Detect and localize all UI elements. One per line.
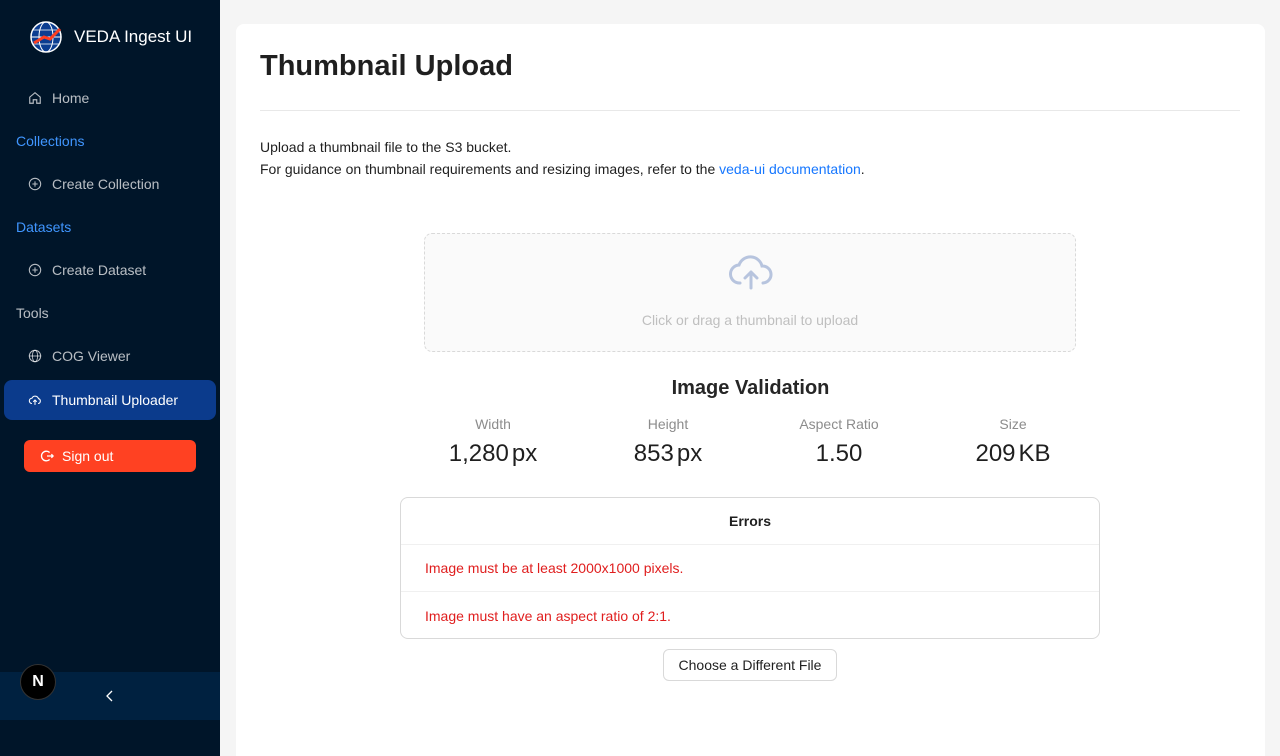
sidebar-item-label: Home <box>52 90 90 106</box>
stat-label: Height <box>647 416 689 432</box>
stat-height: Height 853 px <box>608 416 728 468</box>
stat-value: 209 KB <box>953 440 1073 468</box>
globe-logo-icon <box>30 21 62 53</box>
sidebar-group-collections[interactable]: Collections <box>16 133 84 149</box>
error-item: Image must have an aspect ratio of 2:1. <box>425 607 671 624</box>
intro-line-2: For guidance on thumbnail requirements a… <box>260 158 865 180</box>
stat-unit: px <box>511 440 538 467</box>
stat-size: Size 209 KB <box>953 416 1073 468</box>
stat-label: Width <box>475 416 511 432</box>
dropzone-hint: Click or drag a thumbnail to upload <box>641 312 859 328</box>
error-item: Image must be at least 2000x1000 pixels. <box>401 545 1099 592</box>
cloud-upload-icon <box>28 395 41 405</box>
page-title: Thumbnail Upload <box>260 50 513 82</box>
next-badge[interactable]: N <box>20 664 56 700</box>
errors-header: Errors <box>401 498 1099 545</box>
intro-prefix: For guidance on thumbnail requirements a… <box>260 161 720 177</box>
cloud-upload-icon <box>729 255 773 290</box>
upload-dropzone[interactable]: Click or drag a thumbnail to upload <box>424 233 1076 352</box>
intro-line-1: Upload a thumbnail file to the S3 bucket… <box>260 139 512 155</box>
stat-aspect-ratio: Aspect Ratio 1.50 <box>779 416 899 468</box>
main-card: Thumbnail Upload Upload a thumbnail file… <box>236 24 1265 756</box>
stat-number: 1.50 <box>815 440 863 467</box>
stat-number: 209 <box>975 440 1016 467</box>
stat-width: Width 1,280 px <box>433 416 553 468</box>
home-icon <box>29 92 41 104</box>
sidebar-item-cog-viewer[interactable]: COG Viewer <box>4 336 216 376</box>
stat-label: Size <box>999 416 1027 432</box>
sign-out-label: Sign out <box>62 448 114 464</box>
stat-value: 1.50 <box>779 440 899 468</box>
sidebar: VEDA Ingest UI Home Collections Create C… <box>0 0 220 756</box>
validation-title: Image Validation <box>671 377 830 399</box>
stat-number: 1,280 <box>448 440 509 467</box>
sidebar-item-create-collection[interactable]: Create Collection <box>4 164 216 204</box>
choose-different-file-button[interactable]: Choose a Different File <box>663 649 837 681</box>
divider <box>260 110 1240 111</box>
sidebar-group-datasets[interactable]: Datasets <box>16 219 71 235</box>
sidebar-item-label: COG Viewer <box>52 348 131 364</box>
sidebar-item-home[interactable]: Home <box>4 78 216 118</box>
sidebar-item-label: Thumbnail Uploader <box>52 392 179 408</box>
stat-unit: KB <box>1018 440 1051 467</box>
plus-circle-icon <box>28 263 42 277</box>
sidebar-item-label: Create Dataset <box>52 262 147 278</box>
brand[interactable]: VEDA Ingest UI <box>30 20 192 54</box>
stat-label: Aspect Ratio <box>799 416 879 432</box>
stat-number: 853 <box>633 440 674 467</box>
logout-icon <box>40 450 54 462</box>
sidebar-item-thumbnail-uploader[interactable]: Thumbnail Uploader <box>4 380 216 420</box>
app-title: VEDA Ingest UI <box>74 27 193 46</box>
chevron-left-icon <box>106 690 113 702</box>
errors-list: Errors Image must be at least 2000x1000 … <box>400 497 1100 639</box>
stat-value: 853 px <box>608 440 728 468</box>
docs-link[interactable]: veda-ui documentation <box>719 161 861 177</box>
stat-unit: px <box>676 440 703 467</box>
intro-suffix: . <box>860 161 865 177</box>
plus-circle-icon <box>28 177 42 191</box>
sidebar-item-label: Create Collection <box>52 176 160 192</box>
globe-icon <box>28 349 42 363</box>
intro-text: Upload a thumbnail file to the S3 bucket… <box>260 136 865 180</box>
sign-out-button[interactable]: Sign out <box>24 440 196 472</box>
sidebar-item-create-dataset[interactable]: Create Dataset <box>4 250 216 290</box>
stat-value: 1,280 px <box>433 440 553 468</box>
sidebar-group-tools: Tools <box>16 305 49 321</box>
